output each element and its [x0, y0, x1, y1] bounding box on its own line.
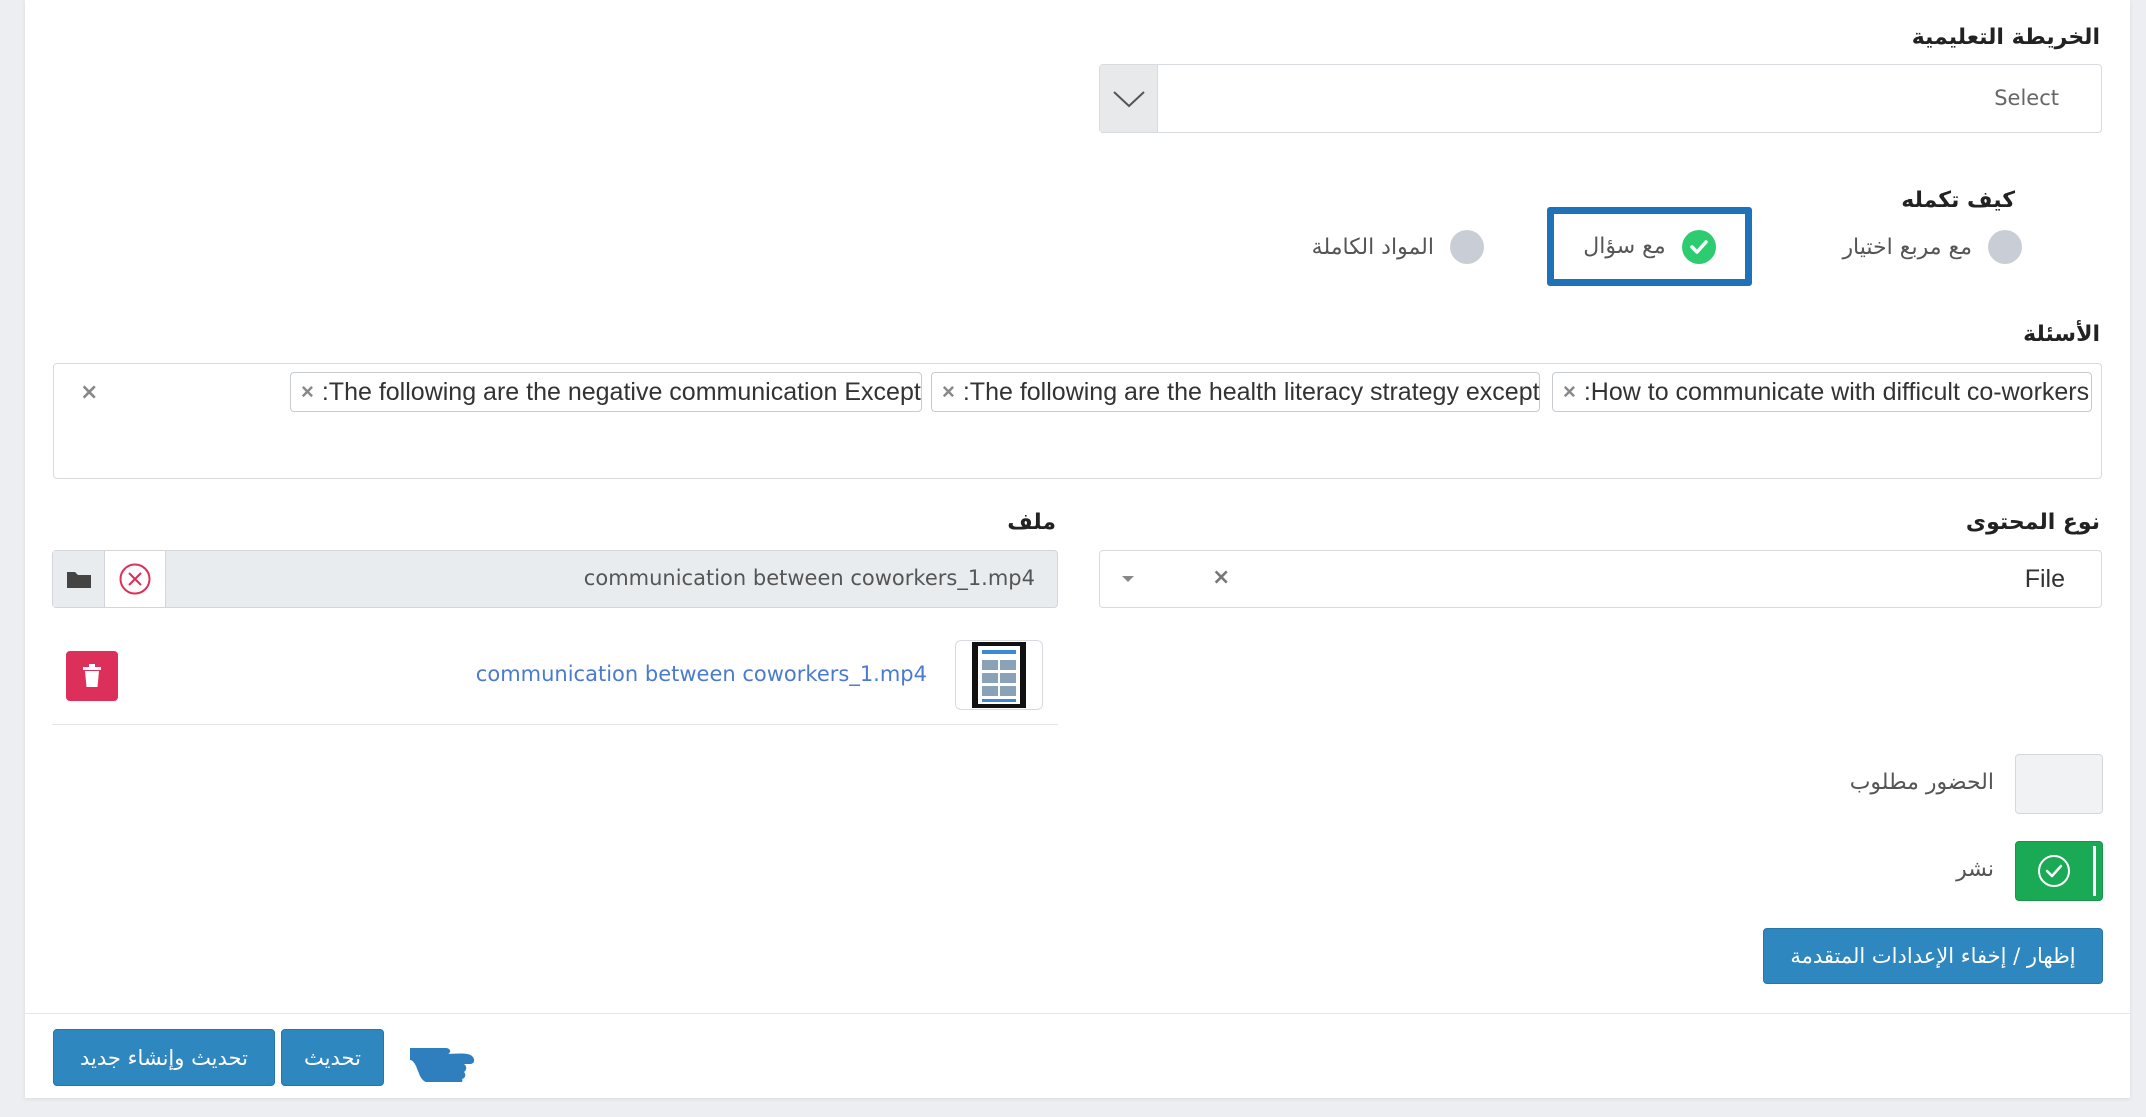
- toggle-advanced-settings-button[interactable]: إظهار / إخفاء الإعدادات المتقدمة: [1763, 928, 2103, 984]
- trash-icon: [83, 664, 101, 687]
- chevron-down-icon[interactable]: [1100, 65, 1158, 132]
- clear-value-icon[interactable]: ×: [1212, 565, 1230, 590]
- folder-browse-button[interactable]: [53, 551, 105, 607]
- radio-circle-icon[interactable]: [1450, 230, 1484, 264]
- attendance-toggle[interactable]: [2015, 754, 2103, 814]
- check-circle-icon: [2038, 855, 2070, 887]
- learning-map-placeholder: Select: [1994, 86, 2059, 110]
- publish-toggle[interactable]: [2015, 841, 2103, 901]
- question-tag: × :The following are the negative commun…: [290, 372, 922, 412]
- attendance-label: الحضور مطلوب: [1849, 770, 1994, 795]
- file-clear-button[interactable]: [105, 551, 166, 607]
- pointing-hand-icon: [408, 1036, 480, 1086]
- update-and-create-new-button[interactable]: تحديث وإنشاء جديد: [53, 1029, 275, 1086]
- learning-map-label: الخريطة التعليمية: [1911, 25, 2100, 50]
- film-strip-icon: [972, 642, 1026, 708]
- delete-file-button[interactable]: [66, 651, 118, 701]
- file-input-group: communication between coworkers_1.mp4: [52, 550, 1058, 608]
- file-input-value: communication between coworkers_1.mp4: [583, 566, 1035, 590]
- caret-down-icon[interactable]: [1120, 569, 1136, 588]
- check-circle-icon[interactable]: [1681, 229, 1716, 264]
- file-link[interactable]: communication between coworkers_1.mp4: [476, 662, 927, 686]
- question-tag-text: :The following are the negative communic…: [321, 377, 921, 406]
- radio-option-full-materials-label: المواد الكاملة: [1311, 234, 1434, 260]
- video-thumbnail: [955, 640, 1043, 710]
- learning-map-select[interactable]: Select: [1099, 64, 2102, 133]
- radio-option-checkbox-label: مع مربع اختيار: [1842, 234, 1972, 260]
- radio-option-full-materials[interactable]: المواد الكاملة: [1290, 228, 1484, 266]
- remove-circle-icon: [119, 563, 151, 595]
- tag-remove-icon[interactable]: ×: [301, 379, 314, 405]
- content-type-select[interactable]: × File: [1099, 550, 2102, 608]
- radio-circle-icon[interactable]: [1988, 230, 2022, 264]
- radio-option-question-label: مع سؤال: [1583, 234, 1666, 259]
- folder-icon: [66, 572, 91, 588]
- toggle-handle: [2093, 846, 2096, 896]
- question-tag: × :The following are the health literacy…: [931, 372, 1540, 412]
- content-type-label: نوع المحتوى: [1965, 510, 2100, 535]
- tag-remove-icon[interactable]: ×: [942, 379, 955, 405]
- tag-remove-icon[interactable]: ×: [1563, 379, 1576, 405]
- update-button[interactable]: تحديث: [281, 1029, 384, 1086]
- file-label: ملف: [1007, 510, 1056, 535]
- question-tag: × :How to communicate with difficult co-…: [1552, 372, 2092, 412]
- radio-option-checkbox[interactable]: مع مربع اختيار: [1800, 228, 2022, 266]
- clear-all-icon[interactable]: ×: [80, 380, 98, 405]
- content-type-value: File: [2024, 565, 2065, 593]
- footer-divider: [25, 1013, 2130, 1014]
- divider: [52, 724, 1058, 725]
- question-tag-text: :How to communicate with difficult co-wo…: [1583, 377, 2090, 406]
- completion-label: كيف تكمله: [1901, 188, 2015, 213]
- publish-label: نشر: [1956, 857, 1994, 882]
- radio-option-question[interactable]: مع سؤال: [1547, 207, 1752, 286]
- question-tag-text: :The following are the health literacy s…: [962, 377, 1540, 406]
- questions-label: الأسئلة: [2023, 322, 2100, 347]
